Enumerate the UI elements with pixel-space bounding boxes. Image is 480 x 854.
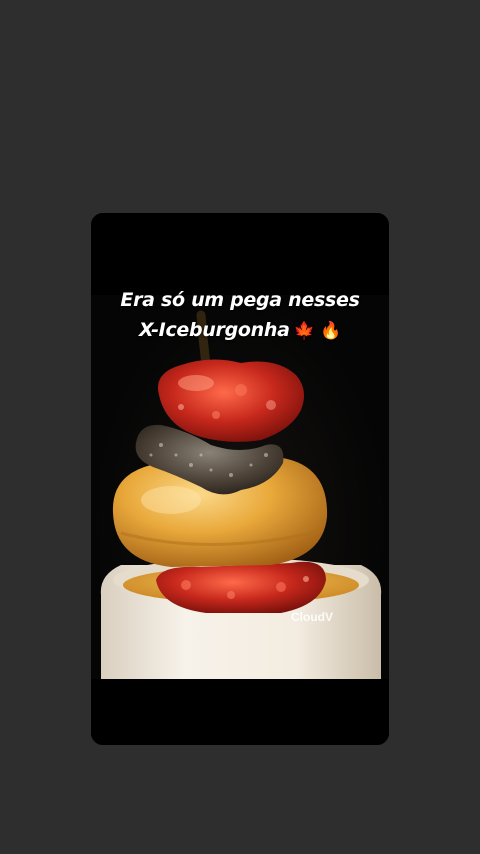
watermark-logo: CloudV [291, 610, 333, 624]
story-card[interactable]: Era só um pega nesses X-Iceburgonha 🍁 🔥 C… [91, 213, 389, 745]
maple-leaf-fire-icon: 🍁 🔥 [293, 321, 342, 341]
caption-line-1: Era só um pega nesses [120, 289, 360, 311]
food-photo [91, 295, 389, 679]
dessert-illustration [100, 310, 382, 679]
caption-line-2-text: X-Iceburgonha [139, 319, 290, 341]
story-bottom-band [91, 679, 389, 745]
story-caption: Era só um pega nesses X-Iceburgonha 🍁 🔥 [91, 285, 389, 346]
story-viewer: Era só um pega nesses X-Iceburgonha 🍁 🔥 C… [0, 0, 480, 854]
story-top-band [91, 213, 389, 295]
caption-line-2: X-Iceburgonha 🍁 🔥 [139, 315, 341, 346]
